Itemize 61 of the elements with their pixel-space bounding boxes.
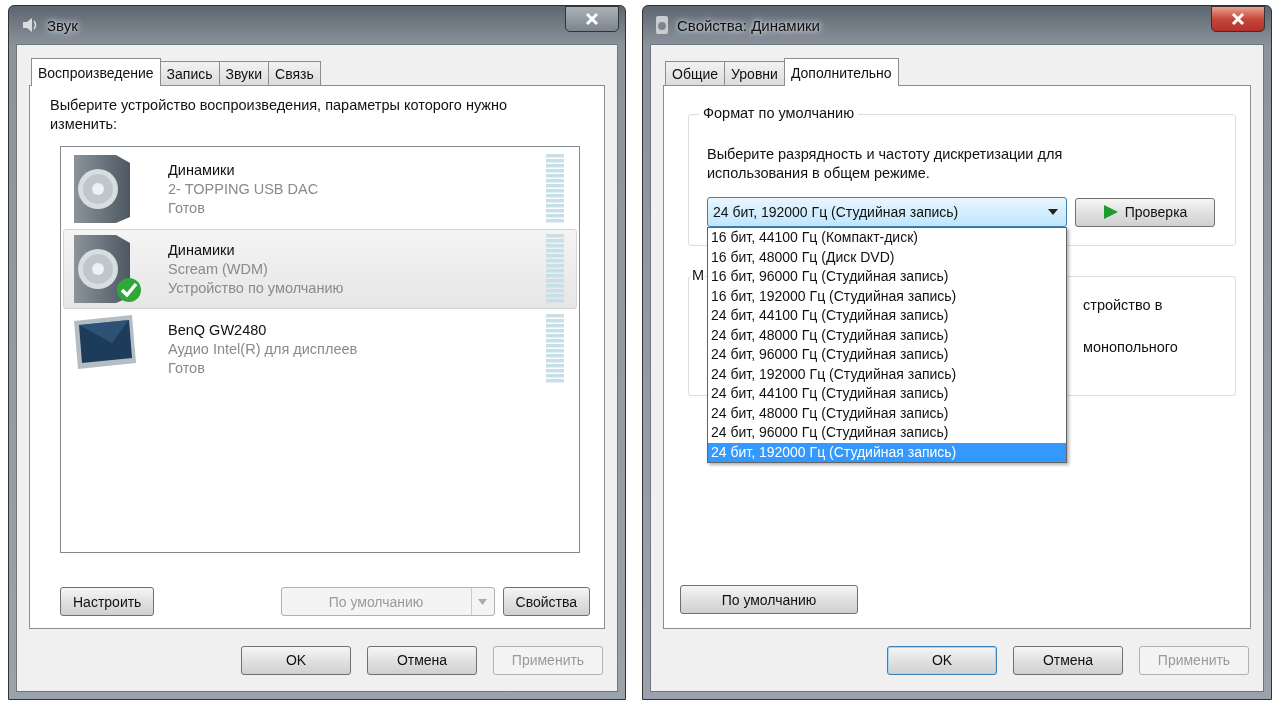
format-option[interactable]: 24 бит, 192000 Гц (Студийная запись) [708,364,1066,384]
group-title: Формат по умолчанию [699,105,859,121]
device-item[interactable]: BenQ GW2480 Аудио Intel(R) для дисплеев Готов [63,309,577,389]
speaker-icon [72,233,132,305]
close-button[interactable] [565,6,619,32]
device-detail: Scream (WDM) [168,259,269,279]
tab[interactable]: Уровни [724,61,785,85]
speaker-icon [72,153,132,225]
test-button[interactable]: Проверка [1075,197,1215,227]
tab[interactable]: Звуки [218,61,270,85]
tab[interactable]: Воспроизведение [31,58,161,86]
level-meter [546,234,564,304]
group-title: M [691,267,706,283]
properties-button[interactable]: Свойства [502,587,590,616]
restore-defaults-button[interactable]: По умолчанию [680,585,858,614]
format-option[interactable]: 24 бит, 96000 Гц (Студийная запись) [708,345,1066,365]
format-option[interactable]: 16 бит, 44100 Гц (Компакт-диск) [708,228,1066,248]
device-name: Динамики [168,160,236,180]
device-detail: 2- TOPPING USB DAC [168,179,320,199]
format-option[interactable]: 24 бит, 48000 Гц (Студийная запись) [708,325,1066,345]
window-title: Свойства: Динамики [677,16,821,34]
device-name: Динамики [168,240,236,260]
close-button[interactable] [1211,6,1265,32]
device-detail: Аудио Intel(R) для дисплеев [168,339,359,359]
device-status: Готов [168,358,206,378]
instruction-text: Выберите разрядность и частоту дискретизации для использования в общем режиме. [707,145,1064,183]
close-icon [1230,12,1246,26]
dialog-button[interactable]: OK [241,645,351,675]
tab[interactable]: Связь [268,61,321,85]
configure-button[interactable]: Настроить [60,587,155,616]
caret-icon [1048,209,1058,215]
dialog-button[interactable]: OK [887,645,997,675]
option-text: стройство в [1082,297,1164,315]
dialog-button[interactable]: Отмена [367,645,477,675]
device-status: Готов [168,198,206,218]
device-item[interactable]: Динамики 2- TOPPING USB DAC Готов [63,149,577,229]
format-option[interactable]: 16 бит, 48000 Гц (Диск DVD) [708,247,1066,267]
format-option[interactable]: 24 бит, 96000 Гц (Студийная запись) [708,423,1066,443]
level-meter [546,154,564,224]
format-option[interactable]: 24 бит, 48000 Гц (Студийная запись) [708,403,1066,423]
device-status: Устройство по умолчанию [168,278,345,298]
format-option[interactable]: 16 бит, 192000 Гц (Студийная запись) [708,286,1066,306]
close-icon [584,12,600,26]
device-item[interactable]: Динамики Scream (WDM) Устройство по умолчанию [63,229,577,309]
tab[interactable]: Запись [159,61,220,85]
instruction-text: Выберите устройство воспроизведения, параметры которого нужно изменить: [50,96,509,134]
format-option[interactable]: 24 бит, 44100 Гц (Студийная запись) [708,306,1066,326]
device-name: BenQ GW2480 [168,320,268,340]
play-icon [1102,204,1119,220]
speaker-icon [21,16,39,34]
speaker-icon [655,15,669,35]
format-option[interactable]: 24 бит, 44100 Гц (Студийная запись) [708,384,1066,404]
format-option[interactable]: 16 бит, 96000 Гц (Студийная запись) [708,267,1066,287]
level-meter [546,314,564,384]
tab[interactable]: Дополнительно [783,58,899,86]
dialog-button[interactable]: Отмена [1013,645,1123,675]
tab[interactable]: Общие [665,61,726,85]
window-title: Звук [47,16,79,34]
format-dropdown[interactable]: 24 бит, 192000 Гц (Студийная запись) [707,197,1067,227]
caret-icon [478,598,487,605]
option-text: монопольного [1082,339,1179,357]
